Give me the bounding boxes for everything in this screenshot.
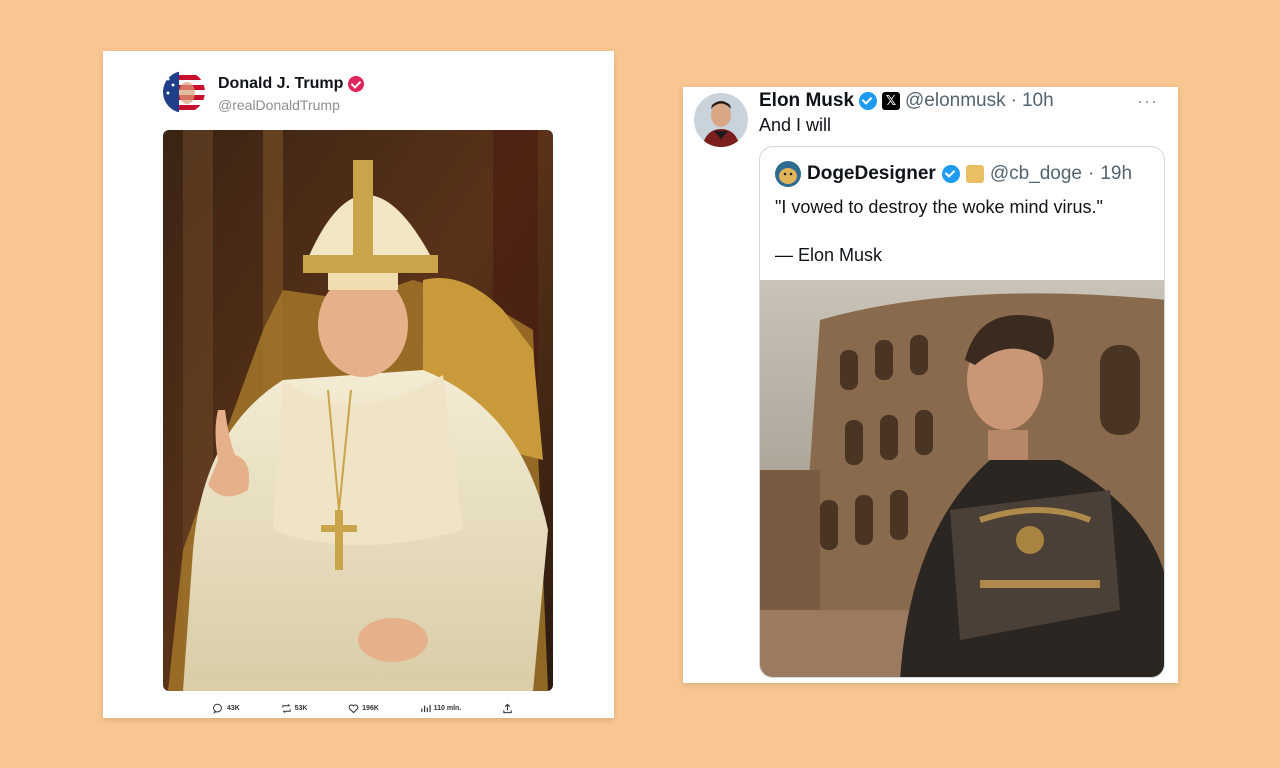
reply-count: 43K (227, 704, 240, 712)
quote-time[interactable]: 19h (1100, 163, 1132, 185)
repost-button[interactable]: 53K (281, 703, 308, 714)
views-count: 110 mln. (433, 704, 462, 712)
pope-portrait-image (163, 130, 553, 691)
avatar[interactable] (163, 71, 205, 113)
separator-dot: · (1010, 90, 1017, 111)
share-button[interactable] (502, 703, 513, 714)
doge-affiliate-icon (965, 165, 984, 183)
more-options-icon[interactable]: ··· (1137, 91, 1158, 112)
quote-text: "I vowed to destroy the woke mind virus.… (775, 197, 1103, 217)
quote-author-name[interactable]: DogeDesigner (807, 163, 936, 185)
views-button[interactable]: 110 mln. (420, 703, 462, 714)
author-handle[interactable]: @elonmusk (905, 90, 1006, 112)
post-image[interactable] (163, 130, 553, 691)
verified-badge-icon (941, 165, 960, 183)
quote-attribution: — Elon Musk (775, 245, 883, 265)
quote-avatar[interactable] (775, 161, 801, 187)
verified-badge-icon (859, 92, 878, 110)
reply-button[interactable]: 43K (213, 703, 240, 714)
quote-author-handle[interactable]: @cb_doge (990, 163, 1082, 185)
analytics-icon (420, 704, 431, 712)
post-time[interactable]: 10h (1022, 90, 1054, 112)
post-actions-bar: 43K 53K 196K 110 mln. (213, 701, 513, 715)
gladiator-colosseum-image (760, 280, 1164, 677)
share-icon (503, 703, 512, 713)
post-card-musk: Elon Musk 𝕏 @elonmusk · 10h ··· And I wi… (683, 87, 1178, 683)
comment-icon (213, 703, 222, 714)
avatar[interactable] (694, 93, 748, 147)
post-text: And I will (759, 115, 832, 135)
post-card-trump: Donald J. Trump @realDonaldTrump 43K 53K… (103, 51, 614, 718)
like-button[interactable]: 196K (348, 703, 379, 714)
author-name[interactable]: Elon Musk (759, 90, 854, 112)
quoted-post[interactable]: DogeDesigner @cb_doge · 19h "I vowed to … (759, 146, 1165, 678)
repost-icon (281, 703, 291, 713)
like-count: 196K (362, 704, 379, 712)
heart-icon (348, 703, 359, 713)
separator-dot: · (1088, 163, 1095, 184)
verified-badge-icon (348, 76, 365, 92)
x-affiliate-icon: 𝕏 (882, 92, 901, 110)
author-name[interactable]: Donald J. Trump (218, 75, 343, 93)
repost-count: 53K (294, 704, 308, 712)
author-handle[interactable]: @realDonaldTrump (218, 97, 340, 113)
quote-image[interactable] (760, 280, 1164, 677)
